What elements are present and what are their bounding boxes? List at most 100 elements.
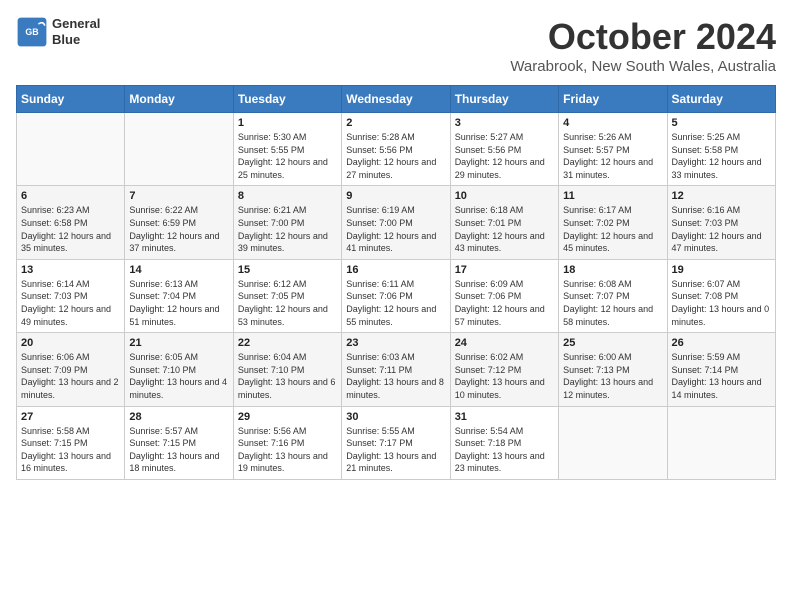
- day-number: 19: [672, 264, 771, 276]
- day-info: Sunrise: 6:18 AM Sunset: 7:01 PM Dayligh…: [455, 204, 554, 254]
- location-title: Warabrook, New South Wales, Australia: [510, 58, 776, 75]
- day-number: 30: [346, 411, 445, 423]
- day-number: 25: [563, 337, 662, 349]
- calendar-cell: 29 Sunrise: 5:56 AM Sunset: 7:16 PM Dayli…: [233, 406, 341, 479]
- day-info: Sunrise: 6:06 AM Sunset: 7:09 PM Dayligh…: [21, 351, 120, 401]
- calendar-week-2: 6Sunrise: 6:23 AM Sunset: 6:58 PM Daylig…: [17, 186, 776, 259]
- day-info: Sunrise: 6:08 AM Sunset: 7:07 PM Dayligh…: [563, 278, 662, 328]
- day-number: 5: [672, 117, 771, 129]
- day-info: Sunrise: 5:59 AM Sunset: 7:14 PM Dayligh…: [672, 351, 771, 401]
- calendar-cell: 18 Sunrise: 6:08 AM Sunset: 7:07 PM Dayli…: [559, 259, 667, 332]
- calendar-cell: 2Sunrise: 5:28 AM Sunset: 5:56 PM Daylig…: [342, 113, 450, 186]
- calendar-cell: [559, 406, 667, 479]
- day-number: 9: [346, 190, 445, 202]
- calendar-body: 1 Sunrise: 5:30 AM Sunset: 5:55 PM Daylig…: [17, 113, 776, 480]
- calendar-week-3: 13Sunrise: 6:14 AM Sunset: 7:03 PM Dayli…: [17, 259, 776, 332]
- day-number: 24: [455, 337, 554, 349]
- day-number: 18: [563, 264, 662, 276]
- day-header-saturday: Saturday: [667, 86, 775, 113]
- day-number: 10: [455, 190, 554, 202]
- calendar-cell: 12 Sunrise: 6:16 AM Sunset: 7:03 PM Dayli…: [667, 186, 775, 259]
- calendar-cell: [667, 406, 775, 479]
- title-area: October 2024 Warabrook, New South Wales,…: [510, 16, 776, 75]
- day-number: 21: [129, 337, 228, 349]
- day-header-sunday: Sunday: [17, 86, 125, 113]
- calendar-cell: 7Sunrise: 6:22 AM Sunset: 6:59 PM Daylig…: [125, 186, 233, 259]
- day-info: Sunrise: 5:57 AM Sunset: 7:15 PM Dayligh…: [129, 425, 228, 475]
- calendar-cell: 3Sunrise: 5:27 AM Sunset: 5:56 PM Daylig…: [450, 113, 558, 186]
- day-info: Sunrise: 5:55 AM Sunset: 7:17 PM Dayligh…: [346, 425, 445, 475]
- day-info: Sunrise: 6:12 AM Sunset: 7:05 PM Dayligh…: [238, 278, 337, 328]
- calendar-cell: 14 Sunrise: 6:13 AM Sunset: 7:04 PM Dayli…: [125, 259, 233, 332]
- day-info: Sunrise: 5:56 AM Sunset: 7:16 PM Dayligh…: [238, 425, 337, 475]
- calendar-table: SundayMondayTuesdayWednesdayThursdayFrid…: [16, 85, 776, 480]
- day-header-friday: Friday: [559, 86, 667, 113]
- calendar-cell: 21Sunrise: 6:05 AM Sunset: 7:10 PM Dayli…: [125, 333, 233, 406]
- calendar-week-4: 20 Sunrise: 6:06 AM Sunset: 7:09 PM Dayli…: [17, 333, 776, 406]
- day-info: Sunrise: 6:16 AM Sunset: 7:03 PM Dayligh…: [672, 204, 771, 254]
- day-info: Sunrise: 6:19 AM Sunset: 7:00 PM Dayligh…: [346, 204, 445, 254]
- day-info: Sunrise: 5:25 AM Sunset: 5:58 PM Dayligh…: [672, 131, 771, 181]
- day-info: Sunrise: 5:28 AM Sunset: 5:56 PM Dayligh…: [346, 131, 445, 181]
- day-number: 11: [563, 190, 662, 202]
- day-info: Sunrise: 6:03 AM Sunset: 7:11 PM Dayligh…: [346, 351, 445, 401]
- logo-icon: GB: [16, 16, 48, 48]
- calendar-cell: 22Sunrise: 6:04 AM Sunset: 7:10 PM Dayli…: [233, 333, 341, 406]
- day-info: Sunrise: 6:02 AM Sunset: 7:12 PM Dayligh…: [455, 351, 554, 401]
- day-header-tuesday: Tuesday: [233, 86, 341, 113]
- day-header-monday: Monday: [125, 86, 233, 113]
- page-header: GB General Blue October 2024 Warabrook, …: [16, 16, 776, 75]
- logo: GB General Blue: [16, 16, 100, 48]
- day-number: 31: [455, 411, 554, 423]
- day-number: 12: [672, 190, 771, 202]
- day-info: Sunrise: 5:58 AM Sunset: 7:15 PM Dayligh…: [21, 425, 120, 475]
- day-number: 22: [238, 337, 337, 349]
- day-number: 7: [129, 190, 228, 202]
- calendar-cell: 25Sunrise: 6:00 AM Sunset: 7:13 PM Dayli…: [559, 333, 667, 406]
- calendar-cell: 17 Sunrise: 6:09 AM Sunset: 7:06 PM Dayli…: [450, 259, 558, 332]
- calendar-cell: 6Sunrise: 6:23 AM Sunset: 6:58 PM Daylig…: [17, 186, 125, 259]
- logo-text: General Blue: [52, 16, 100, 47]
- day-info: Sunrise: 6:09 AM Sunset: 7:06 PM Dayligh…: [455, 278, 554, 328]
- day-number: 28: [129, 411, 228, 423]
- calendar-cell: 30 Sunrise: 5:55 AM Sunset: 7:17 PM Dayli…: [342, 406, 450, 479]
- day-number: 4: [563, 117, 662, 129]
- calendar-cell: [17, 113, 125, 186]
- svg-text:GB: GB: [25, 27, 38, 37]
- calendar-cell: 11 Sunrise: 6:17 AM Sunset: 7:02 PM Dayli…: [559, 186, 667, 259]
- calendar-header: SundayMondayTuesdayWednesdayThursdayFrid…: [17, 86, 776, 113]
- calendar-cell: 23 Sunrise: 6:03 AM Sunset: 7:11 PM Dayli…: [342, 333, 450, 406]
- day-number: 3: [455, 117, 554, 129]
- day-number: 29: [238, 411, 337, 423]
- calendar-cell: 31 Sunrise: 5:54 AM Sunset: 7:18 PM Dayli…: [450, 406, 558, 479]
- calendar-cell: 19Sunrise: 6:07 AM Sunset: 7:08 PM Dayli…: [667, 259, 775, 332]
- calendar-cell: 28 Sunrise: 5:57 AM Sunset: 7:15 PM Dayli…: [125, 406, 233, 479]
- calendar-cell: 5 Sunrise: 5:25 AM Sunset: 5:58 PM Daylig…: [667, 113, 775, 186]
- calendar-cell: [125, 113, 233, 186]
- day-info: Sunrise: 6:21 AM Sunset: 7:00 PM Dayligh…: [238, 204, 337, 254]
- calendar-cell: 13Sunrise: 6:14 AM Sunset: 7:03 PM Dayli…: [17, 259, 125, 332]
- day-number: 15: [238, 264, 337, 276]
- day-info: Sunrise: 5:26 AM Sunset: 5:57 PM Dayligh…: [563, 131, 662, 181]
- calendar-cell: 15 Sunrise: 6:12 AM Sunset: 7:05 PM Dayli…: [233, 259, 341, 332]
- calendar-week-5: 27 Sunrise: 5:58 AM Sunset: 7:15 PM Dayli…: [17, 406, 776, 479]
- calendar-cell: 4 Sunrise: 5:26 AM Sunset: 5:57 PM Daylig…: [559, 113, 667, 186]
- calendar-cell: 27 Sunrise: 5:58 AM Sunset: 7:15 PM Dayli…: [17, 406, 125, 479]
- day-number: 20: [21, 337, 120, 349]
- day-number: 17: [455, 264, 554, 276]
- day-info: Sunrise: 6:14 AM Sunset: 7:03 PM Dayligh…: [21, 278, 120, 328]
- day-number: 27: [21, 411, 120, 423]
- day-number: 6: [21, 190, 120, 202]
- day-info: Sunrise: 5:30 AM Sunset: 5:55 PM Dayligh…: [238, 131, 337, 181]
- day-number: 1: [238, 117, 337, 129]
- day-number: 14: [129, 264, 228, 276]
- calendar-cell: 10 Sunrise: 6:18 AM Sunset: 7:01 PM Dayli…: [450, 186, 558, 259]
- day-info: Sunrise: 5:54 AM Sunset: 7:18 PM Dayligh…: [455, 425, 554, 475]
- day-number: 8: [238, 190, 337, 202]
- day-info: Sunrise: 6:17 AM Sunset: 7:02 PM Dayligh…: [563, 204, 662, 254]
- day-number: 23: [346, 337, 445, 349]
- calendar-cell: 24 Sunrise: 6:02 AM Sunset: 7:12 PM Dayli…: [450, 333, 558, 406]
- calendar-cell: 8 Sunrise: 6:21 AM Sunset: 7:00 PM Daylig…: [233, 186, 341, 259]
- calendar-cell: 20 Sunrise: 6:06 AM Sunset: 7:09 PM Dayli…: [17, 333, 125, 406]
- day-info: Sunrise: 6:13 AM Sunset: 7:04 PM Dayligh…: [129, 278, 228, 328]
